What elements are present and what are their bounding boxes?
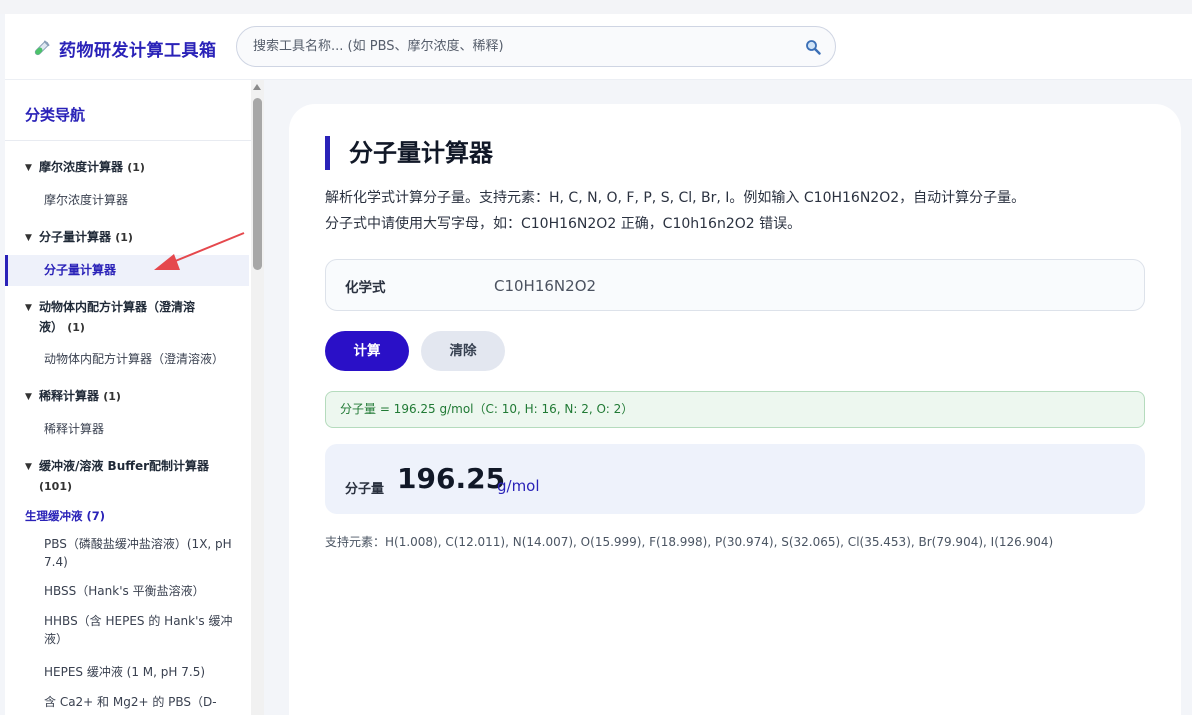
clear-button[interactable]: 清除 [421,331,505,371]
category-label-cont: 液） [39,320,64,334]
category-molarity[interactable]: ▼ 摩尔浓度计算器 (1) [25,158,145,178]
sidebar-divider [5,140,251,141]
success-message: 分子量 = 196.25 g/mol（C: 10, H: 16, N: 2, O… [325,391,1145,428]
group-label-physiological-buffer[interactable]: 生理缓冲液 (7) [25,508,105,524]
result-panel: 分子量 196.25 g/mol [325,444,1145,514]
description-line-1: 解析化学式计算分子量。支持元素：H, C, N, O, F, P, S, Cl,… [325,190,1026,206]
search-box[interactable] [236,26,836,67]
title-accent-bar [325,136,330,170]
expand-arrow-icon[interactable]: ▼ [25,229,39,248]
category-label: 摩尔浓度计算器 [39,160,124,174]
sidebar-item-pbs-ca-mg[interactable]: 含 Ca2+ 和 Mg2+ 的 PBS（D- [44,693,234,711]
scrollbar-thumb[interactable] [253,98,262,270]
calculate-button[interactable]: 计算 [325,331,409,371]
header: 药物研发计算工具箱 [5,14,1192,80]
expand-arrow-icon[interactable]: ▼ [25,299,39,318]
category-label: 动物体内配方计算器（澄清溶 [39,300,196,314]
expand-arrow-icon[interactable]: ▼ [25,159,39,178]
category-animal-formulation[interactable]: ▼ 动物体内配方计算器（澄清溶 液） (1) [25,298,225,337]
sidebar-item-hepes[interactable]: HEPES 缓冲液 (1 M, pH 7.5) [44,663,234,681]
category-count: (1) [127,161,145,174]
category-molecular-weight[interactable]: ▼ 分子量计算器 (1) [25,228,133,248]
expand-arrow-icon[interactable]: ▼ [25,458,39,477]
app-title: 药物研发计算工具箱 [59,41,217,61]
result-unit: g/mol [497,477,540,495]
sidebar-scrollbar[interactable] [251,80,264,715]
scroll-up-arrow-icon[interactable] [253,84,261,90]
sidebar-item-hhbs[interactable]: HHBS（含 HEPES 的 Hank's 缓冲液） [44,612,234,648]
sidebar-item-hbss[interactable]: HBSS（Hank's 平衡盐溶液） [44,582,234,600]
category-label: 稀释计算器 [39,389,100,403]
page-title: 分子量计算器 [349,139,493,167]
category-count: (1) [67,321,85,334]
category-count: (1) [115,231,133,244]
expand-arrow-icon[interactable]: ▼ [25,388,39,407]
formula-label: 化学式 [345,280,386,296]
main-content: 分子量计算器 解析化学式计算分子量。支持元素：H, C, N, O, F, P,… [264,80,1192,715]
supported-elements-note: 支持元素：H(1.008), C(12.011), N(14.007), O(1… [325,535,1054,549]
sidebar-item-animal-formulation-calculator[interactable]: 动物体内配方计算器（澄清溶液） [44,350,234,368]
sidebar-item-pbs[interactable]: PBS（磷酸盐缓冲盐溶液）(1X, pH 7.4) [44,535,234,571]
sidebar: 分类导航 ▼ 摩尔浓度计算器 (1) 摩尔浓度计算器 ▼ 分子量计算器 (1) 分子… [5,80,251,715]
category-count: (101) [39,480,73,493]
category-dilution[interactable]: ▼ 稀释计算器 (1) [25,387,121,407]
description-line-2: 分子式中请使用大写字母，如：C10H16N2O2 正确，C10h16n2O2 错… [325,216,802,232]
top-strip [0,0,1192,14]
annotation-arrow-icon [154,232,245,270]
app-logo[interactable]: 药物研发计算工具箱 [31,36,217,61]
category-label: 缓冲液/溶液 Buffer配制计算器 [39,459,210,473]
category-buffer[interactable]: ▼ 缓冲液/溶液 Buffer配制计算器 (101) [25,457,240,496]
sidebar-title: 分类导航 [25,106,86,124]
result-label: 分子量 [345,482,385,497]
category-label: 分子量计算器 [39,230,112,244]
formula-input[interactable] [494,272,1094,300]
calculator-card: 分子量计算器 解析化学式计算分子量。支持元素：H, C, N, O, F, P,… [289,104,1181,715]
sidebar-item-dilution-calculator[interactable]: 稀释计算器 [44,420,234,438]
search-input[interactable] [253,27,793,66]
category-count: (1) [103,390,121,403]
sidebar-item-molarity-calculator[interactable]: 摩尔浓度计算器 [44,191,234,209]
formula-field: 化学式 [325,259,1145,311]
search-icon[interactable] [805,39,821,55]
result-value: 196.25 [397,462,506,495]
test-tube-icon [34,40,50,55]
